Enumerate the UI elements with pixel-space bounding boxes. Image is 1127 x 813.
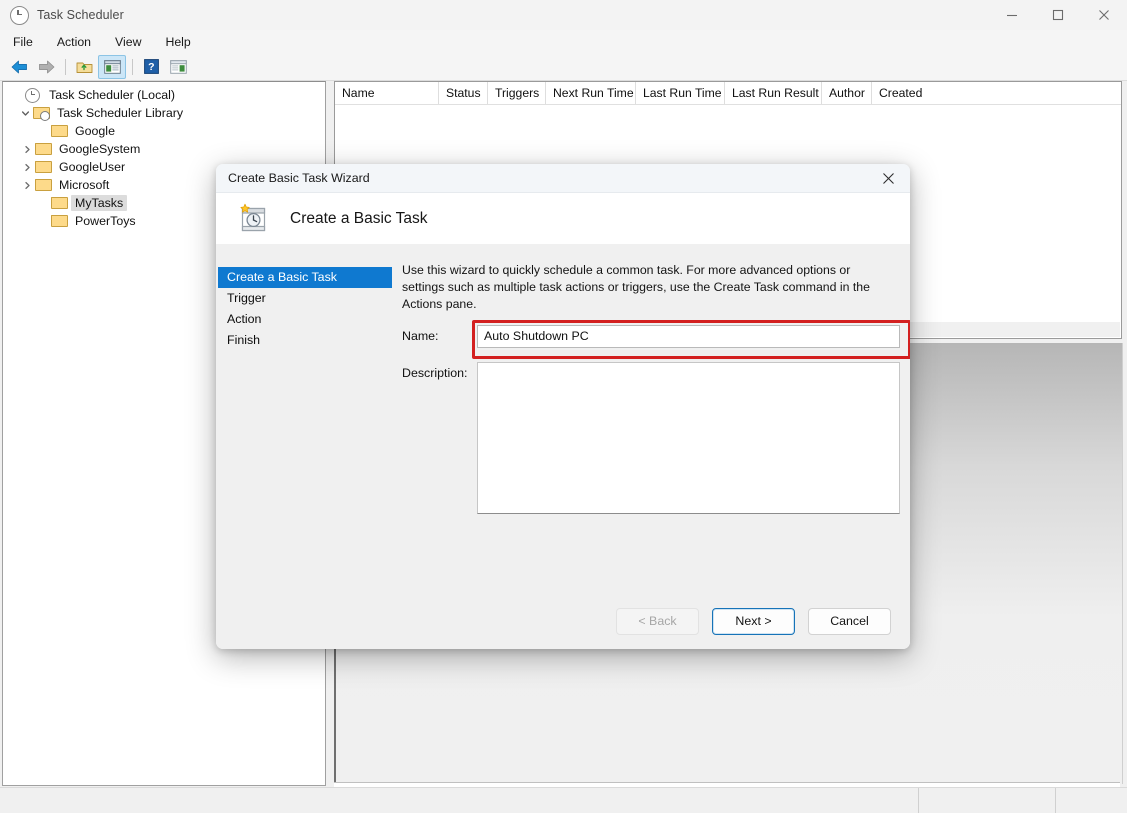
tree-item-label: Microsoft: [59, 178, 110, 192]
tree-item-label: GoogleUser: [59, 160, 126, 174]
forward-icon[interactable]: [33, 56, 59, 78]
chevron-right-icon[interactable]: [19, 181, 35, 190]
name-input[interactable]: Auto Shutdown PC: [477, 325, 900, 348]
column-header-last-run-result[interactable]: Last Run Result: [725, 82, 822, 104]
tree-item-label: PowerToys: [75, 214, 136, 228]
menu-item-help[interactable]: Help: [154, 32, 201, 52]
cancel-button[interactable]: Cancel: [808, 607, 891, 635]
folder-icon: [51, 125, 68, 137]
create-basic-task-icon: [238, 203, 272, 235]
name-input-wrapper: Auto Shutdown PC: [472, 320, 910, 359]
wizard-step-trigger[interactable]: Trigger: [218, 288, 392, 309]
toolbar-separator: [65, 58, 66, 75]
clock-icon: [10, 5, 29, 25]
column-header-last-run-time[interactable]: Last Run Time: [636, 82, 725, 104]
column-header-name[interactable]: Name: [335, 82, 439, 104]
wizard-step-create-a-basic-task[interactable]: Create a Basic Task: [218, 267, 392, 288]
chevron-right-icon[interactable]: [19, 163, 35, 172]
wizard-step-action[interactable]: Action: [218, 309, 392, 330]
tree-item-label: Task Scheduler Library: [57, 106, 184, 120]
task-list-column-headers: Name Status Triggers Next Run Time Last …: [335, 82, 1121, 105]
toolbar-separator-2: [132, 58, 133, 75]
tree-item-task-scheduler-library[interactable]: Task Scheduler Library: [3, 104, 325, 122]
name-field-row: Name: Auto Shutdown PC: [402, 320, 910, 359]
up-folder-icon[interactable]: [71, 56, 97, 78]
column-header-created[interactable]: Created: [872, 82, 992, 104]
folder-icon: [51, 215, 68, 227]
window-titlebar: Task Scheduler: [0, 0, 1127, 30]
menubar: File Action View Help: [0, 30, 1127, 54]
library-folder-icon: [33, 107, 50, 121]
next-button[interactable]: Next >: [712, 607, 795, 635]
back-button[interactable]: < Back: [616, 607, 699, 635]
description-label: Description:: [402, 366, 468, 380]
close-icon[interactable]: [866, 164, 910, 192]
dialog-titlebar: Create Basic Task Wizard: [216, 164, 910, 193]
menu-item-view[interactable]: View: [104, 32, 152, 52]
wizard-pane-content: Use this wizard to quickly schedule a co…: [402, 262, 910, 514]
menu-item-action[interactable]: Action: [46, 32, 102, 52]
wizard-step-list: Create a Basic Task Trigger Action Finis…: [218, 267, 392, 351]
column-header-author[interactable]: Author: [822, 82, 872, 104]
clock-icon: [25, 87, 40, 103]
status-bar: [0, 787, 1127, 813]
dialog-footer: < Back Next > Cancel: [216, 593, 910, 649]
chevron-down-icon[interactable]: [17, 109, 33, 118]
back-icon[interactable]: [6, 56, 32, 78]
tree-item-label: Task Scheduler (Local): [49, 88, 176, 102]
description-field-row: Description:: [402, 362, 900, 514]
titlebar-left-group: Task Scheduler: [0, 5, 124, 25]
task-scheduler-window: Task Scheduler File Action View Help ? T…: [0, 0, 1127, 813]
create-basic-task-wizard-dialog: Create Basic Task Wizard Create a Basic …: [216, 164, 910, 649]
folder-icon: [51, 197, 68, 209]
dialog-header: Create a Basic Task: [216, 193, 910, 245]
tree-item-label: MyTasks: [71, 195, 128, 211]
folder-icon: [35, 179, 52, 191]
description-input[interactable]: [477, 362, 900, 514]
column-header-next-run-time[interactable]: Next Run Time: [546, 82, 636, 104]
folder-icon: [35, 161, 52, 173]
svg-text:?: ?: [148, 61, 154, 73]
tree-item-google[interactable]: Google: [3, 122, 325, 140]
window-title: Task Scheduler: [37, 8, 124, 22]
menu-item-file[interactable]: File: [2, 32, 44, 52]
tree-item-googlesystem[interactable]: GoogleSystem: [3, 140, 325, 158]
tree-item-label: GoogleSystem: [59, 142, 141, 156]
show-hide-console-tree-icon[interactable]: [98, 54, 126, 79]
name-label: Name:: [402, 329, 439, 343]
status-segment-main: [0, 788, 918, 813]
tree-item-label: Google: [75, 124, 115, 138]
column-header-status[interactable]: Status: [439, 82, 488, 104]
close-icon[interactable]: [1081, 0, 1127, 30]
tree-item-task-scheduler-local[interactable]: Task Scheduler (Local): [3, 86, 325, 104]
chevron-right-icon[interactable]: [19, 145, 35, 154]
show-hide-action-pane-icon[interactable]: [165, 56, 191, 78]
dialog-body: Create a Basic Task Trigger Action Finis…: [216, 244, 910, 649]
dialog-title: Create Basic Task Wizard: [228, 171, 370, 185]
help-icon[interactable]: ?: [138, 56, 164, 78]
wizard-intro-text: Use this wizard to quickly schedule a co…: [402, 263, 870, 311]
wizard-step-finish[interactable]: Finish: [218, 330, 392, 351]
minimize-icon[interactable]: [989, 0, 1035, 30]
maximize-icon[interactable]: [1035, 0, 1081, 30]
dialog-header-title: Create a Basic Task: [290, 210, 428, 227]
status-segment-tertiary: [1055, 788, 1127, 813]
folder-icon: [35, 143, 52, 155]
column-header-triggers[interactable]: Triggers: [488, 82, 546, 104]
window-controls: [989, 0, 1127, 30]
toolbar: ?: [0, 53, 1127, 81]
status-segment-secondary: [918, 788, 1055, 813]
